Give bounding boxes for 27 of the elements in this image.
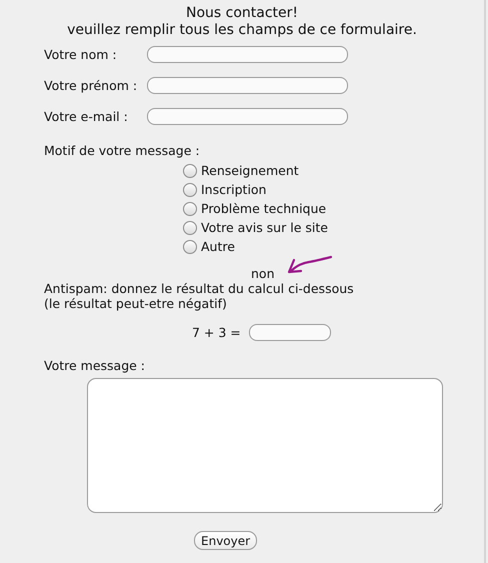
radio-button[interactable] — [183, 220, 197, 234]
radio-label: Problème technique — [201, 201, 326, 216]
captcha-question: 7 + 3 = — [192, 325, 241, 340]
radio-button[interactable] — [183, 182, 197, 196]
radio-label: Autre — [201, 239, 235, 254]
form-instructions: veuillez remplir tous les champs de ce formulaire. — [66, 22, 418, 39]
send-button[interactable]: Envoyer — [194, 531, 258, 550]
radio-label: Inscription — [201, 182, 266, 197]
radio-button[interactable] — [183, 164, 197, 178]
antispam-text: (le résultat peut-etre négatif) — [44, 296, 228, 311]
form-title: Nous contacter! — [184, 5, 300, 22]
radio-label: Renseignement — [201, 163, 299, 178]
field-label: Votre message : — [44, 358, 146, 373]
field-label: Votre e-mail : — [44, 109, 129, 124]
annotation-text: non — [251, 266, 274, 281]
antispam-text: Antispam: donnez le résultat du calcul ci-dessous — [44, 281, 355, 296]
radio-button[interactable] — [183, 202, 197, 216]
radio-button[interactable] — [183, 240, 197, 254]
radio-label: Votre avis sur le site — [201, 220, 328, 235]
input-field[interactable] — [147, 46, 348, 63]
input-field[interactable] — [147, 108, 348, 125]
message-field[interactable] — [87, 378, 443, 513]
input-field[interactable] — [147, 77, 348, 94]
section-label: Motif de votre message : — [44, 143, 201, 158]
field-label: Votre prénom : — [44, 78, 138, 93]
answer-field[interactable] — [248, 324, 331, 341]
field-label: Votre nom : — [44, 47, 118, 62]
